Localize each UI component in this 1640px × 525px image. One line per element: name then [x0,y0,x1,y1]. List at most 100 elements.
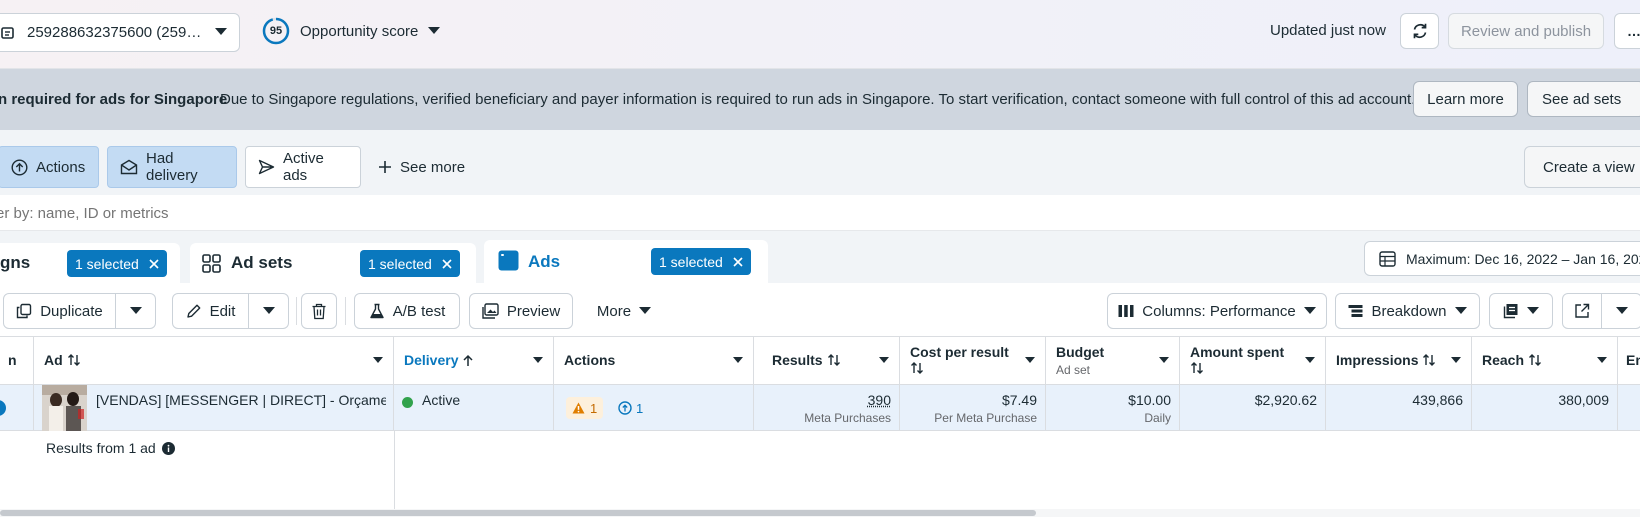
chevron-down-icon[interactable] [533,357,543,363]
ad-account-label: 259288632375600 (259… [27,24,202,41]
horizontal-scrollbar-thumb[interactable] [0,510,1036,516]
close-icon[interactable] [149,258,159,269]
date-range-picker[interactable]: Maximum: Dec 16, 2022 – Jan 16, 2023 [1364,241,1640,276]
column-header-cost-per-result[interactable]: Cost per result [900,337,1046,385]
see-ad-sets-button[interactable]: See ad sets [1527,81,1640,117]
breakdown-label: Breakdown [1371,302,1447,320]
opportunity-score[interactable]: 95 Opportunity score [262,17,441,45]
chevron-down-icon[interactable] [1159,357,1169,363]
export-button[interactable] [1562,293,1602,329]
results-cell: 390 Meta Purchases [754,385,900,431]
chevron-down-icon [1454,307,1467,315]
ad-name-cell[interactable]: [VENDAS] [MESSENGER | DIRECT] - Orçament… [34,385,394,431]
reports-dropdown[interactable] [1489,293,1553,329]
filter-chip-label: Active ads [283,150,324,184]
chevron-down-icon[interactable] [733,357,743,363]
header-label: Cost per result [910,344,1009,360]
breakdown-dropdown[interactable]: Breakdown [1335,293,1480,329]
chevron-down-icon[interactable] [1025,357,1035,363]
header-label-wrap: Ad [44,352,81,368]
review-and-publish-button[interactable]: Review and publish [1448,13,1604,49]
preview-button[interactable]: Preview [469,293,573,329]
column-header-budget[interactable]: Budget Ad set [1046,337,1180,385]
columns-performance-dropdown[interactable]: Columns: Performance [1107,293,1327,329]
column-header-next[interactable]: En [1618,337,1640,385]
duplicate-label: Duplicate [40,302,103,320]
more-options-button[interactable]: … [1614,13,1640,49]
ad-account-icon [1,26,19,40]
header-label: Impressions [1336,352,1419,368]
tab-ads[interactable]: Ads 1 selected [484,240,768,283]
filter-chip-active-ads[interactable]: Active ads [245,146,361,188]
column-header-delivery[interactable]: Delivery [394,337,554,385]
opportunity-score-value: 95 [269,25,283,37]
learn-more-button[interactable]: Learn more [1413,81,1518,117]
results-value[interactable]: 390 [868,392,891,408]
edit-options-dropdown[interactable] [249,293,289,329]
column-header-impressions[interactable]: Impressions [1326,337,1472,385]
duplicate-options-dropdown[interactable] [116,293,156,329]
ad-thumbnail [42,385,87,431]
close-icon[interactable] [442,258,452,269]
edit-button[interactable]: Edit [172,293,249,329]
see-more-filters-button[interactable]: See more [378,146,478,188]
chevron-down-icon[interactable] [879,357,889,363]
row-toggle-cell[interactable] [0,385,34,431]
ad-account-selector[interactable]: 259288632375600 (259… [0,13,240,52]
adsets-selected-badge[interactable]: 1 selected [360,250,460,277]
info-icon[interactable] [161,441,175,455]
filter-chip-had-delivery[interactable]: Had delivery [107,146,237,188]
chevron-down-icon[interactable] [1597,357,1607,363]
chevron-down-icon[interactable] [373,357,383,363]
send-icon [258,159,275,175]
ab-test-button[interactable]: A/B test [354,293,460,329]
column-header-amount-spent[interactable]: Amount spent [1180,337,1326,385]
header-label-wrap: Results [772,352,841,368]
copy-icon [16,303,32,319]
more-actions-button[interactable]: More [589,293,659,329]
actions-cell: 1 1 [554,385,754,431]
create-a-view-button[interactable]: Create a view [1524,146,1640,188]
trash-icon [311,303,327,320]
budget-value: $10.00 [1128,392,1171,408]
top-bar [0,0,1640,69]
column-header-toggle[interactable]: n [0,337,34,385]
selected-count-label: 1 selected [368,255,432,272]
filter-chip-actions[interactable]: Actions [0,146,99,188]
export-options-dropdown[interactable] [1602,293,1640,329]
toolbar-divider [296,297,297,325]
header-label-wrap: Reach [1482,352,1542,368]
chevron-down-icon [1615,307,1628,315]
envelope-icon [120,159,138,175]
tab-ad-sets[interactable]: Ad sets 1 selected [190,243,476,283]
recommendation-badge[interactable]: 1 [614,397,647,419]
campaigns-selected-badge[interactable]: 1 selected [67,250,167,277]
warning-badge[interactable]: 1 [566,397,604,419]
duplicate-button[interactable]: Duplicate [3,293,116,329]
columns-label: Columns: Performance [1142,302,1296,320]
results-summary: Results from 1 ad [46,440,175,456]
refresh-button[interactable] [1400,13,1439,49]
column-header-actions[interactable]: Actions [554,337,754,385]
edit-label: Edit [209,302,236,320]
search-filter-input[interactable] [0,201,596,225]
column-header-ad[interactable]: Ad [34,337,394,385]
pencil-icon [186,303,202,319]
updated-status: Updated just now [1270,22,1386,39]
chevron-down-icon[interactable] [1305,357,1315,363]
header-label: Ad [44,352,63,368]
column-header-reach[interactable]: Reach [1472,337,1618,385]
selected-count-label: 1 selected [75,255,139,272]
chevron-down-icon[interactable] [1451,357,1461,363]
reach-cell: 380,009 [1472,385,1618,431]
toggle-switch-icon[interactable] [0,400,6,416]
ads-selected-badge[interactable]: 1 selected [651,248,751,275]
header-label: En [1626,352,1640,368]
column-header-results[interactable]: Results [754,337,900,385]
chevron-down-icon [262,307,275,315]
close-icon[interactable] [733,256,743,267]
calendar-table-icon [1379,250,1396,267]
tab-campaigns[interactable]: gns 1 selected [0,243,180,283]
sort-icon [1528,353,1542,367]
delete-button[interactable] [301,293,337,329]
